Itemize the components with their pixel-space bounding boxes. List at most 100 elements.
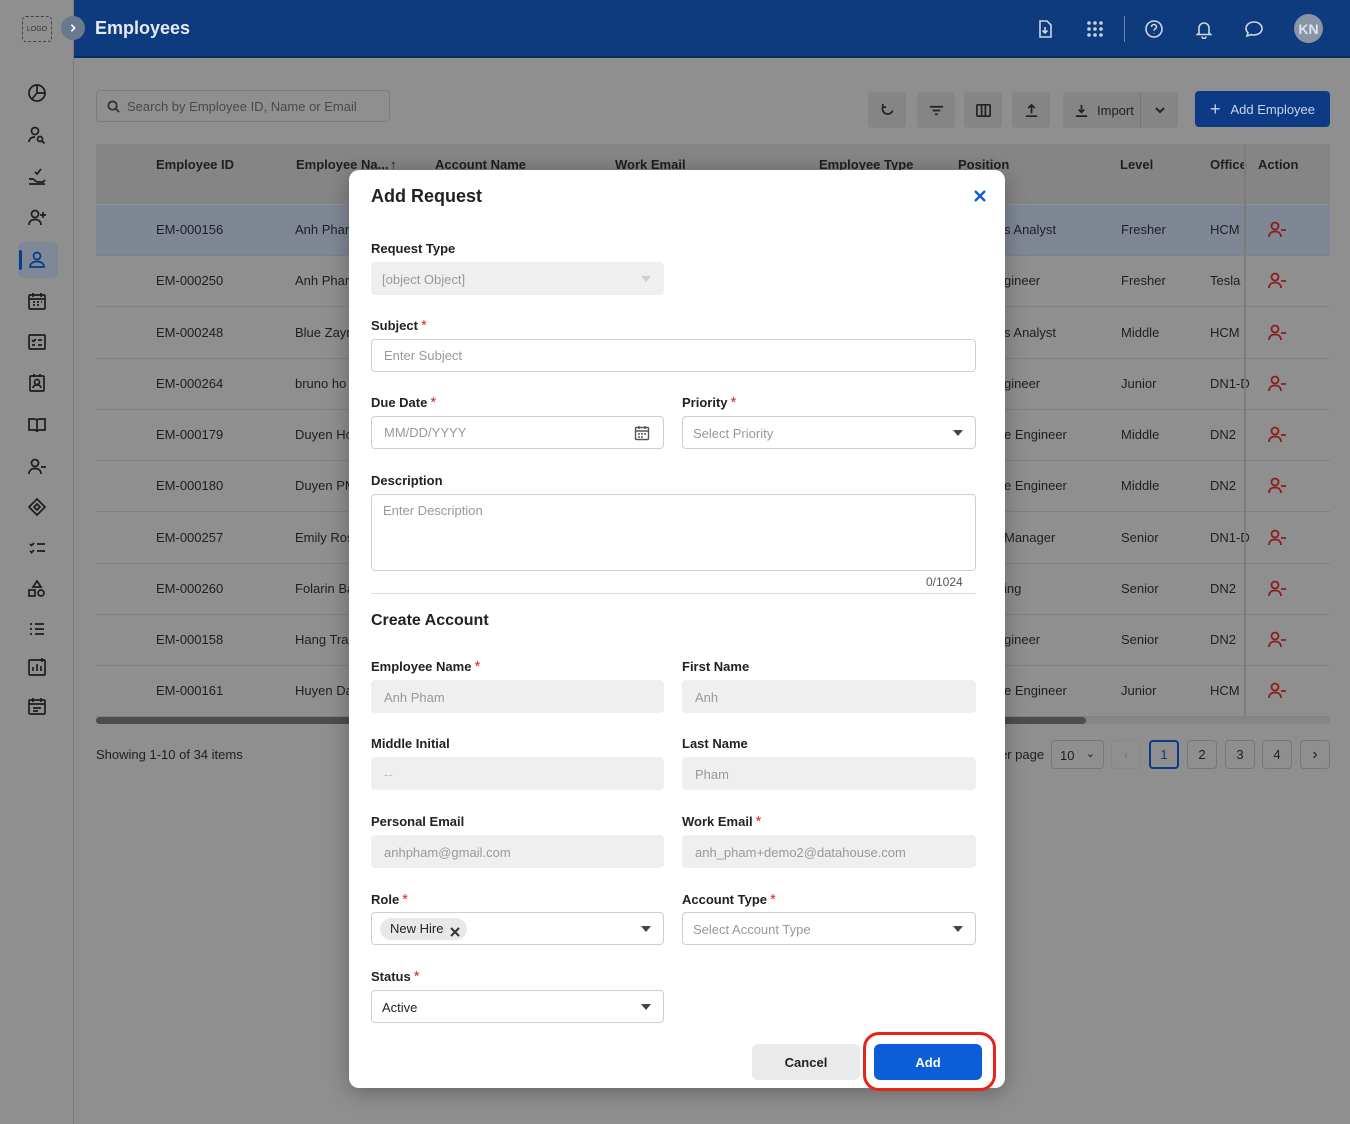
employee-id-cell: EM-000250 (156, 273, 224, 288)
id-card-icon[interactable] (26, 372, 48, 394)
export-button[interactable] (1012, 92, 1050, 128)
offboard-user-icon[interactable] (1267, 272, 1287, 290)
offboard-user-icon[interactable] (1267, 529, 1287, 547)
offboard-user-icon[interactable] (1267, 426, 1287, 444)
position-cell: s Analyst (1004, 325, 1057, 340)
position-cell: e Engineer (1004, 427, 1067, 442)
column-header-employee-id[interactable]: Employee ID (156, 157, 234, 172)
user-icon[interactable] (26, 249, 48, 271)
position-cell: gineer (1004, 376, 1041, 391)
apps-grid-icon[interactable] (1083, 17, 1107, 41)
plus-icon: + (1209, 98, 1221, 119)
description-field[interactable] (371, 494, 976, 571)
employee-name-cell: Folarin Ba (295, 581, 355, 596)
bell-icon[interactable] (1192, 17, 1216, 41)
priority-select[interactable]: Select Priority (682, 416, 976, 449)
close-icon[interactable] (969, 185, 991, 207)
due-date-input[interactable] (384, 417, 635, 448)
search-input[interactable] (127, 91, 387, 121)
office-cell: HCM (1210, 222, 1240, 237)
position-cell: e Engineer (1004, 683, 1067, 698)
filter-button[interactable] (917, 92, 955, 128)
offboard-user-icon[interactable] (1267, 375, 1287, 393)
hand-check-icon[interactable] (26, 166, 48, 188)
level-cell: Senior (1121, 530, 1159, 545)
priority-label: Priority * (682, 394, 737, 411)
upload-icon (1025, 103, 1037, 117)
remove-chip-icon[interactable] (449, 923, 461, 937)
cancel-button[interactable]: Cancel (752, 1044, 860, 1080)
status-select[interactable]: Active (371, 990, 664, 1023)
work-email-label: Work Email * (682, 813, 762, 830)
status-value: Active (382, 1000, 418, 1015)
offboard-user-icon[interactable] (1267, 631, 1287, 649)
user-plus-icon[interactable] (26, 207, 48, 229)
page-button-3[interactable]: 3 (1225, 740, 1255, 769)
account-type-select[interactable]: Select Account Type (682, 912, 976, 945)
column-header-level[interactable]: Level (1120, 157, 1153, 172)
add-employee-button[interactable]: + Add Employee (1195, 91, 1330, 127)
role-select[interactable]: New Hire (371, 912, 664, 945)
schedule-icon[interactable] (26, 695, 48, 717)
calendar-icon[interactable] (26, 290, 48, 312)
description-input[interactable] (383, 503, 963, 563)
offboard-user-icon[interactable] (1267, 682, 1287, 700)
import-label: Import (1097, 102, 1134, 118)
user-avatar[interactable]: KN (1294, 14, 1323, 43)
employee-name-cell: Duyen Ho (295, 427, 353, 442)
subject-input[interactable] (384, 340, 947, 371)
column-header-office[interactable]: Office (1210, 157, 1247, 172)
caret-down-icon (953, 430, 963, 436)
page-button-1[interactable]: 1 (1149, 740, 1179, 769)
user-minus-icon[interactable] (26, 456, 48, 478)
dashboard-icon[interactable] (26, 82, 48, 104)
header-divider (1124, 16, 1125, 42)
download-file-icon[interactable] (1033, 17, 1057, 41)
page-button-2[interactable]: 2 (1187, 740, 1217, 769)
book-icon[interactable] (26, 414, 48, 436)
personal-email-value: anhpham@gmail.com (384, 845, 511, 860)
per-page-select[interactable]: 10 ⌄ (1051, 740, 1104, 769)
employee-name-cell: bruno ho (295, 376, 347, 391)
top-header: Employees KN (74, 0, 1350, 58)
work-email-value: anh_pham+demo2@datahouse.com (695, 845, 906, 860)
description-counter: 0/1024 (926, 575, 963, 589)
offboard-user-icon[interactable] (1267, 324, 1287, 342)
import-dropdown-button[interactable] (1140, 92, 1178, 128)
level-cell: Senior (1121, 581, 1159, 596)
subject-field[interactable] (371, 339, 976, 372)
due-date-field[interactable] (371, 416, 664, 449)
offboard-user-icon[interactable] (1267, 477, 1287, 495)
checklist-icon[interactable] (26, 331, 48, 353)
tag-icon[interactable] (26, 496, 48, 518)
list-icon[interactable] (26, 618, 48, 640)
office-cell: Tesla (1210, 273, 1241, 288)
help-icon[interactable] (1142, 17, 1166, 41)
offboard-user-icon[interactable] (1267, 580, 1287, 598)
offboard-user-icon[interactable] (1267, 221, 1287, 239)
refresh-button[interactable] (868, 92, 906, 128)
pagination-summary: Showing 1-10 of 34 items (96, 747, 243, 762)
calendar-icon[interactable] (634, 425, 650, 441)
chevron-right-icon (70, 24, 76, 32)
task-list-icon[interactable] (26, 537, 48, 559)
employee-id-cell: EM-000257 (156, 530, 224, 545)
employee-search[interactable] (96, 90, 390, 122)
columns-icon (975, 103, 991, 117)
chat-icon[interactable] (1242, 17, 1266, 41)
level-cell: Middle (1121, 427, 1160, 442)
prev-page-button[interactable]: ‹ (1111, 740, 1141, 769)
next-page-button[interactable]: › (1300, 740, 1330, 769)
sidebar-expand-button[interactable] (61, 16, 85, 40)
shapes-icon[interactable] (26, 578, 48, 600)
user-search-icon[interactable] (26, 124, 48, 146)
office-cell: HCM (1210, 683, 1240, 698)
columns-button[interactable] (964, 92, 1002, 128)
office-cell: HCM (1210, 325, 1240, 340)
filter-icon (929, 105, 943, 115)
account-type-label: Account Type * (682, 891, 776, 908)
caret-down-icon (641, 926, 651, 932)
chart-icon[interactable] (26, 656, 48, 678)
work-email-field: anh_pham+demo2@datahouse.com (682, 835, 976, 868)
page-button-4[interactable]: 4 (1262, 740, 1292, 769)
